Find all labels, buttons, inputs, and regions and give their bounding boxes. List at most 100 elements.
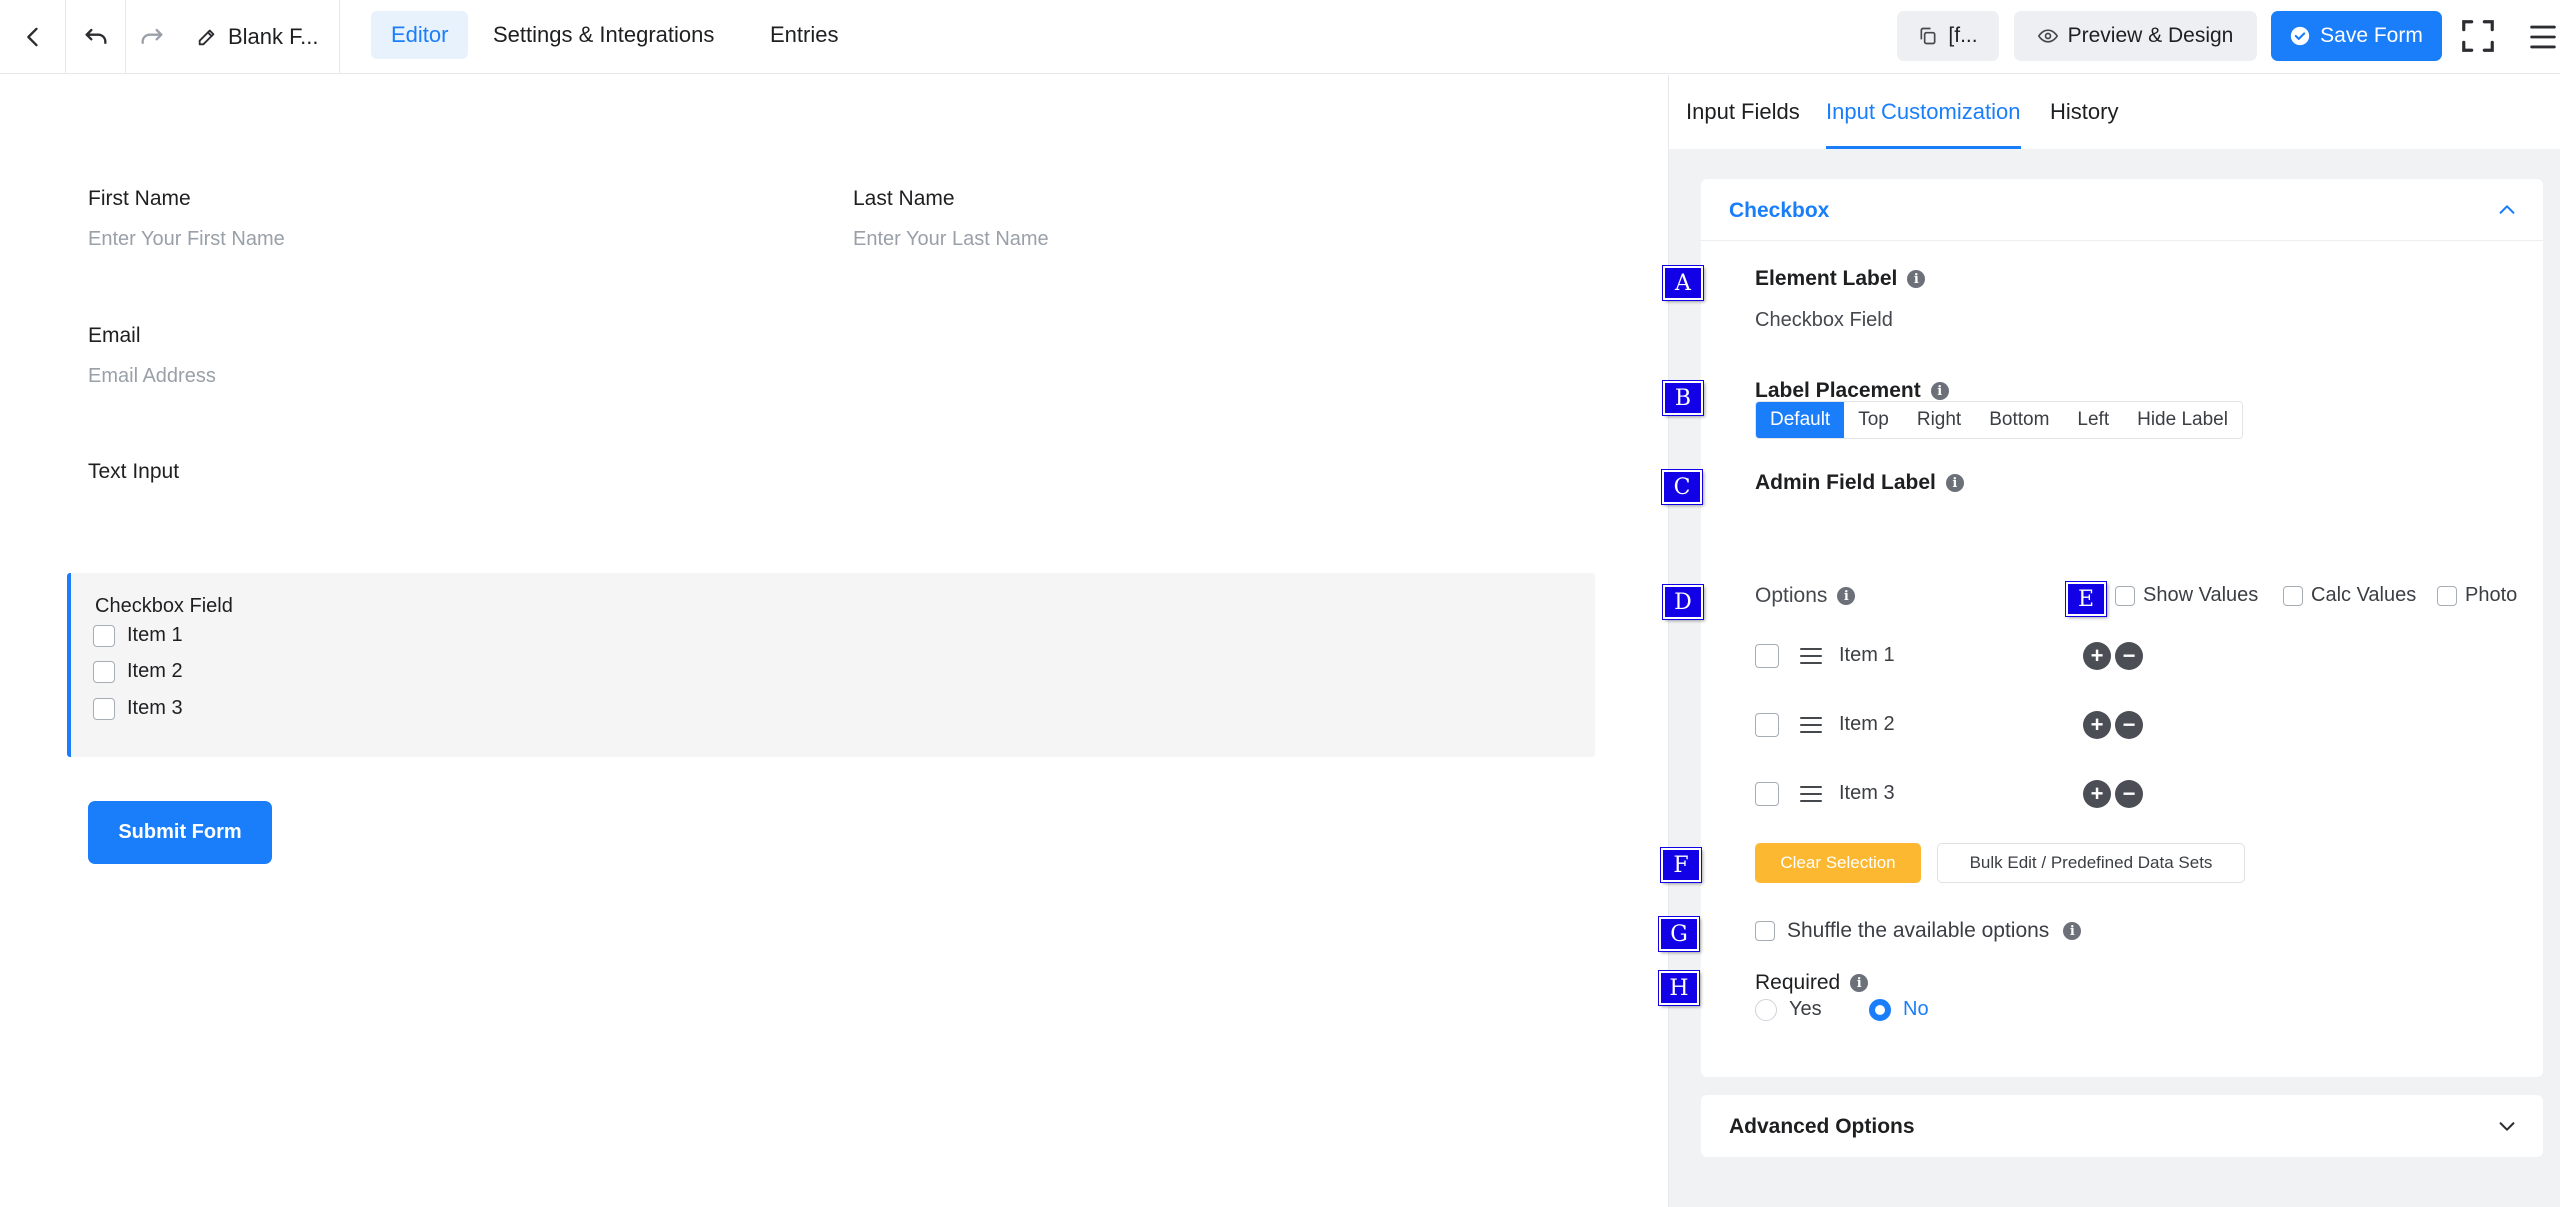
copy-icon — [1920, 27, 1936, 45]
checkbox-option-label: Item 2 — [127, 660, 183, 682]
tab-editor[interactable]: Editor — [371, 11, 469, 59]
required-no-label: No — [1903, 998, 1929, 1020]
option-default-checkbox[interactable] — [1755, 644, 1779, 668]
info-icon[interactable]: i — [1930, 382, 1949, 400]
checkbox-square[interactable] — [93, 697, 115, 720]
option-value-input[interactable]: Item 3 — [1839, 782, 1895, 805]
shuffle-options-toggle[interactable]: Shuffle the available options i — [1755, 919, 2082, 943]
placement-option-right[interactable]: Right — [1902, 402, 1976, 438]
first-name-input[interactable]: Enter Your First Name — [88, 228, 285, 251]
option-value-input[interactable]: Item 1 — [1839, 644, 1895, 667]
plus-circle-icon[interactable]: + — [2083, 642, 2111, 670]
info-icon[interactable]: i — [1850, 974, 1869, 992]
checkbox-square[interactable] — [1755, 921, 1775, 941]
option-default-checkbox[interactable] — [1755, 713, 1779, 737]
minus-circle-icon[interactable]: − — [2115, 780, 2143, 808]
tab-settings-integrations[interactable]: Settings & Integrations — [473, 11, 734, 59]
checkbox-square[interactable] — [93, 660, 115, 683]
info-icon[interactable]: i — [2063, 922, 2082, 940]
label-placement-title: Label Placement i — [1755, 379, 1949, 403]
marker-c: C — [1661, 469, 1703, 505]
placement-option-default[interactable]: Default — [1756, 402, 1845, 438]
checkbox-option[interactable]: Item 2 — [93, 660, 183, 683]
preview-design-button[interactable]: Preview & Design — [2014, 11, 2257, 61]
form-title-text: Blank F... — [228, 24, 319, 49]
checkbox-square[interactable] — [2283, 585, 2303, 606]
check-circle-icon — [2290, 26, 2310, 46]
tab-entries[interactable]: Entries — [750, 11, 858, 59]
fullscreen-icon[interactable] — [2459, 17, 2497, 55]
last-name-label: Last Name — [853, 187, 955, 210]
text-input-label: Text Input — [88, 460, 180, 483]
admin-field-label-input[interactable] — [1755, 503, 2515, 549]
drag-handle-icon[interactable] — [1799, 714, 1823, 736]
placement-option-hide-label[interactable]: Hide Label — [2123, 402, 2242, 438]
text-input-field[interactable] — [88, 495, 1578, 543]
preview-design-label: Preview & Design — [2067, 24, 2234, 47]
drag-handle-icon[interactable] — [1799, 783, 1823, 805]
options-title: Options i — [1755, 584, 1856, 608]
marker-a: A — [1662, 265, 1704, 301]
advanced-options-card[interactable]: Advanced Options — [1701, 1095, 2543, 1157]
placement-option-left[interactable]: Left — [2063, 402, 2124, 438]
redo-button[interactable] — [126, 0, 178, 74]
checkbox-option[interactable]: Item 3 — [93, 697, 183, 720]
marker-e: E — [2065, 581, 2107, 617]
plus-circle-icon[interactable]: + — [2083, 780, 2111, 808]
label-placement-selector: Default Top Right Bottom Left Hide Label — [1755, 401, 2243, 439]
show-values-toggle[interactable]: Show Values — [2115, 584, 2258, 607]
tab-input-customization[interactable]: Input Customization — [1826, 99, 2020, 125]
marker-f: F — [1660, 847, 1702, 883]
clear-selection-button[interactable]: Clear Selection — [1755, 843, 1921, 883]
tab-input-fields[interactable]: Input Fields — [1686, 99, 1800, 125]
plus-circle-icon[interactable]: + — [2083, 711, 2111, 739]
save-form-button[interactable]: Save Form — [2271, 11, 2442, 61]
radio-circle-selected[interactable] — [1869, 998, 1891, 1021]
undo-button[interactable] — [66, 0, 126, 74]
form-title[interactable]: Blank F... — [178, 0, 340, 74]
checkbox-square[interactable] — [2115, 585, 2135, 606]
drag-handle-icon[interactable] — [1799, 645, 1823, 667]
option-default-checkbox[interactable] — [1755, 782, 1779, 806]
minus-circle-icon[interactable]: − — [2115, 642, 2143, 670]
option-value-input[interactable]: Item 2 — [1839, 713, 1895, 736]
marker-h: H — [1658, 970, 1700, 1006]
top-toolbar: Blank F... Editor Settings & Integration… — [0, 0, 2560, 74]
email-input[interactable]: Email Address — [88, 365, 216, 388]
back-button[interactable] — [0, 0, 66, 74]
checkbox-field-block[interactable]: Checkbox Field Item 1 Item 2 Item 3 — [67, 573, 1595, 757]
checkbox-square[interactable] — [2437, 585, 2457, 606]
tab-history[interactable]: History — [2050, 99, 2118, 125]
placement-option-top[interactable]: Top — [1844, 402, 1903, 438]
placement-option-bottom[interactable]: Bottom — [1975, 402, 2064, 438]
bulk-edit-button[interactable]: Bulk Edit / Predefined Data Sets — [1937, 843, 2245, 883]
calc-values-toggle[interactable]: Calc Values — [2283, 584, 2416, 607]
shortcode-label: [f... — [1948, 24, 1978, 47]
panel-tabs: Input Fields Input Customization History — [1669, 75, 2560, 149]
more-menu-icon[interactable] — [2526, 18, 2560, 56]
customization-panel: Input Fields Input Customization History… — [1668, 75, 2560, 1207]
option-row: Item 3 + − — [1755, 774, 2175, 814]
checkbox-option[interactable]: Item 1 — [93, 624, 183, 647]
submit-form-button[interactable]: Submit Form — [88, 801, 272, 864]
chevron-up-icon[interactable] — [2496, 199, 2518, 221]
info-icon[interactable]: i — [1837, 587, 1856, 605]
minus-circle-icon[interactable]: − — [2115, 711, 2143, 739]
checkbox-section-header[interactable]: Checkbox — [1701, 179, 2543, 241]
info-icon[interactable]: i — [1945, 474, 1964, 492]
required-no-radio[interactable]: No — [1869, 998, 1929, 1021]
checkbox-square[interactable] — [93, 624, 115, 647]
checkbox-option-label: Item 1 — [127, 624, 183, 646]
required-yes-radio[interactable]: Yes — [1755, 998, 1822, 1021]
element-label-input[interactable]: Checkbox Field — [1755, 309, 1893, 332]
radio-circle[interactable] — [1755, 998, 1777, 1021]
info-icon[interactable]: i — [1907, 270, 1926, 288]
last-name-input[interactable]: Enter Your Last Name — [853, 228, 1049, 251]
advanced-options-title: Advanced Options — [1729, 1115, 1915, 1138]
chevron-left-icon — [26, 27, 38, 47]
required-title: Required i — [1755, 971, 1869, 995]
chevron-down-icon[interactable] — [2496, 1115, 2518, 1137]
photo-toggle[interactable]: Photo — [2437, 584, 2517, 607]
shortcode-button[interactable]: [f... — [1897, 11, 1999, 61]
active-tab-indicator — [1826, 146, 2021, 149]
